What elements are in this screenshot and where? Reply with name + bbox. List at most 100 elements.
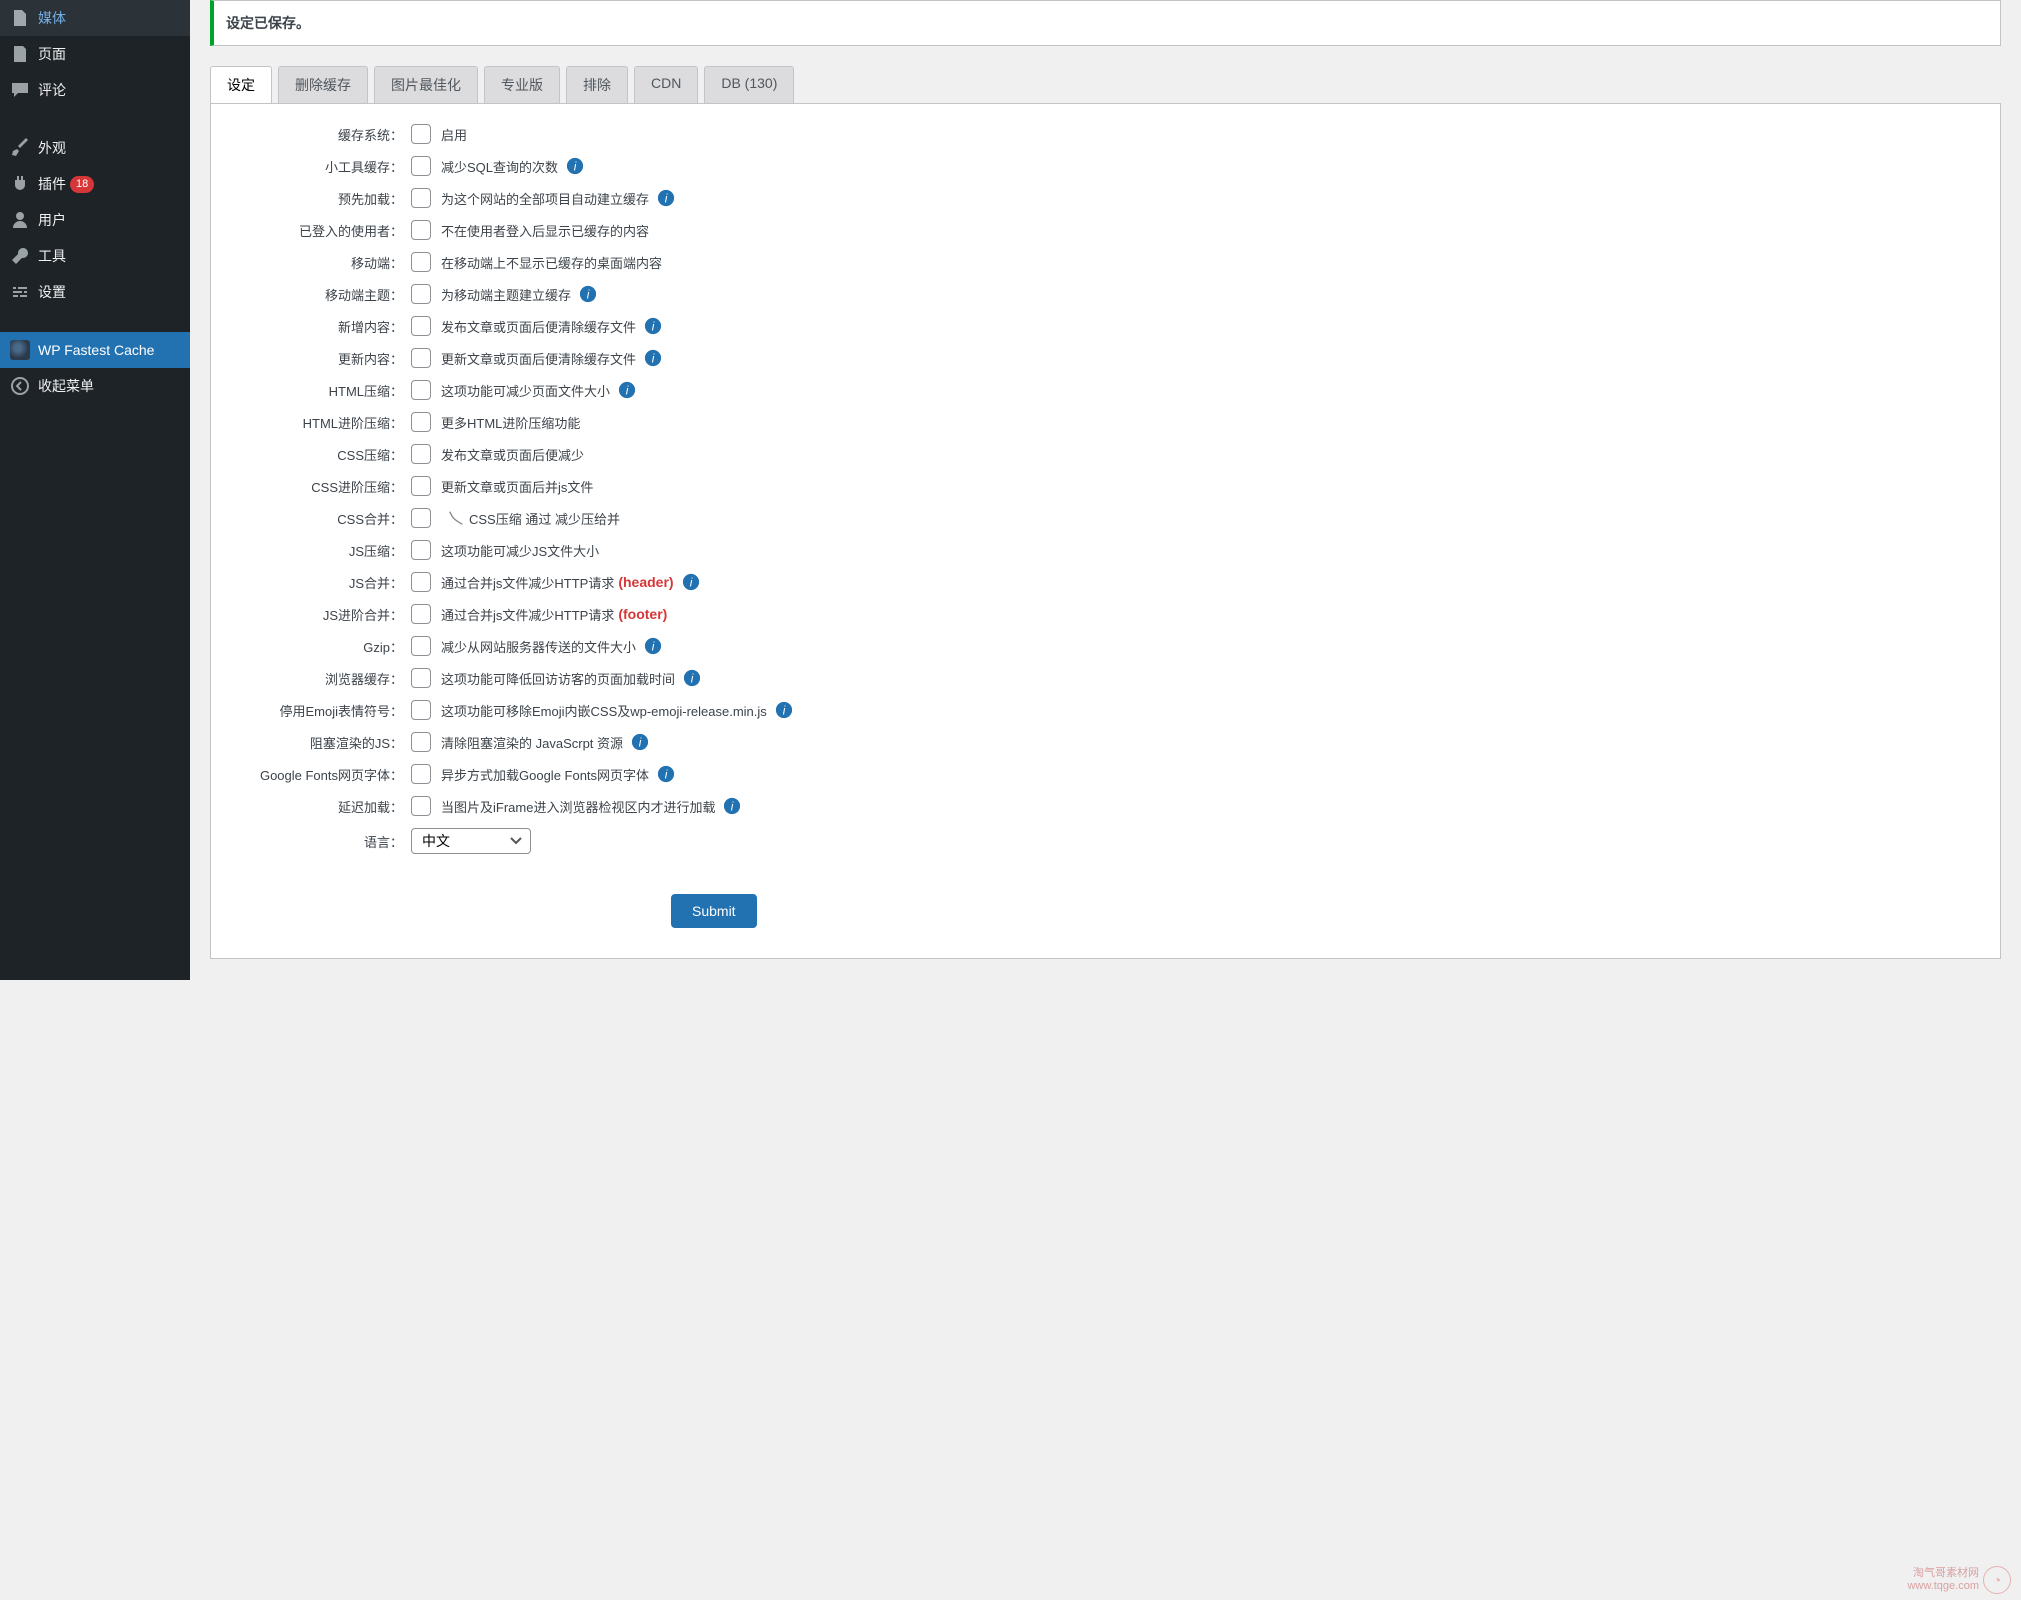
svg-text:i: i	[652, 321, 655, 334]
row-desc: 启用	[441, 125, 467, 144]
row-desc: 当图片及iFrame进入浏览器检视区内才进行加载	[441, 797, 715, 816]
checkbox-14[interactable]	[411, 572, 431, 592]
sidebar-item-0[interactable]: 媒体	[0, 0, 190, 36]
tab-4[interactable]: 排除	[566, 66, 628, 103]
svg-text:i: i	[665, 193, 668, 206]
row-desc: 为这个网站的全部项目自动建立缓存	[441, 189, 649, 208]
checkbox-13[interactable]	[411, 540, 431, 560]
brush-icon	[10, 138, 30, 158]
row-desc: 通过合并js文件减少HTTP请求	[441, 573, 614, 592]
setting-row-1: 小工具缓存： 减少SQL查询的次数 i	[231, 156, 1980, 176]
svg-text:i: i	[665, 769, 668, 782]
row-desc: 发布文章或页面后便清除缓存文件	[441, 317, 636, 336]
checkbox-3[interactable]	[411, 220, 431, 240]
checkbox-2[interactable]	[411, 188, 431, 208]
cheetah-icon	[10, 340, 30, 360]
info-icon[interactable]: i	[644, 317, 662, 335]
setting-row-3: 已登入的使用者：不在使用者登入后显示已缓存的内容	[231, 220, 1980, 240]
checkbox-19[interactable]	[411, 732, 431, 752]
checkbox-16[interactable]	[411, 636, 431, 656]
setting-row-19: 阻塞渲染的JS：清除阻塞渲染的 JavaScrpt 资源i	[231, 732, 1980, 752]
info-icon[interactable]: i	[566, 157, 584, 175]
setting-row-10: CSS压缩：发布文章或页面后便减少	[231, 444, 1980, 464]
sidebar-item-5[interactable]: 用户	[0, 202, 190, 238]
info-icon[interactable]: i	[579, 285, 597, 303]
checkbox-4[interactable]	[411, 252, 431, 272]
info-icon[interactable]: i	[644, 637, 662, 655]
sidebar-item-4[interactable]: 插件18	[0, 166, 190, 202]
submit-button[interactable]: Submit	[671, 894, 757, 928]
tab-2[interactable]: 图片最佳化	[374, 66, 478, 103]
row-highlight: (footer)	[618, 606, 667, 622]
info-icon[interactable]: i	[644, 349, 662, 367]
setting-row-12: CSS合并：CSS压缩 通过 减少压给并	[231, 508, 1980, 528]
row-label: 缓存系统：	[231, 125, 411, 144]
setting-row-21: 延迟加载：当图片及iFrame进入浏览器检视区内才进行加载i	[231, 796, 1980, 816]
svg-text:i: i	[652, 641, 655, 654]
tab-6[interactable]: DB (130)	[704, 66, 794, 103]
tab-1[interactable]: 删除缓存	[278, 66, 368, 103]
info-icon[interactable]: i	[683, 669, 701, 687]
row-label: JS合并：	[231, 573, 411, 592]
sidebar-item-9[interactable]: 收起菜单	[0, 368, 190, 404]
info-icon[interactable]: i	[618, 381, 636, 399]
checkbox-20[interactable]	[411, 764, 431, 784]
checkbox-8[interactable]	[411, 380, 431, 400]
checkbox-15[interactable]	[411, 604, 431, 624]
content: 设定已保存。 设定删除缓存图片最佳化专业版排除CDNDB (130) 缓存系统：…	[190, 0, 2021, 980]
checkbox-11[interactable]	[411, 476, 431, 496]
checkbox-18[interactable]	[411, 700, 431, 720]
row-desc: 通过合并js文件减少HTTP请求	[441, 605, 614, 624]
checkbox-1[interactable]	[411, 156, 431, 176]
checkbox-9[interactable]	[411, 412, 431, 432]
row-desc: 减少从网站服务器传送的文件大小	[441, 637, 636, 656]
checkbox-10[interactable]	[411, 444, 431, 464]
setting-row-0: 缓存系统： 启用	[231, 124, 1980, 144]
tab-3[interactable]: 专业版	[484, 66, 560, 103]
row-label: JS压缩：	[231, 541, 411, 560]
row-desc: 这项功能可减少JS文件大小	[441, 541, 599, 560]
row-desc: 为移动端主题建立缓存	[441, 285, 571, 304]
checkbox-7[interactable]	[411, 348, 431, 368]
row-label: 小工具缓存：	[231, 157, 411, 176]
setting-row-11: CSS进阶压缩：更新文章或页面后并js文件	[231, 476, 1980, 496]
sidebar-item-label: 设置	[38, 282, 66, 302]
sidebar-item-1[interactable]: 页面	[0, 36, 190, 72]
settings-icon	[10, 282, 30, 302]
info-icon[interactable]: i	[657, 189, 675, 207]
checkbox-0[interactable]	[411, 124, 431, 144]
tab-0[interactable]: 设定	[210, 66, 272, 103]
watermark: 淘气哥素材网 www.tqge.com ◔	[1907, 1566, 2011, 1594]
svg-text:i: i	[574, 161, 577, 174]
checkbox-17[interactable]	[411, 668, 431, 688]
sidebar-item-8[interactable]: WP Fastest Cache	[0, 332, 190, 368]
row-desc: 这项功能可降低回访访客的页面加载时间	[441, 669, 675, 688]
merge-icon	[447, 509, 465, 527]
svg-text:i: i	[639, 737, 642, 750]
info-icon[interactable]: i	[657, 765, 675, 783]
sidebar-item-label: 插件	[38, 174, 66, 194]
info-icon[interactable]: i	[682, 573, 700, 591]
checkbox-5[interactable]	[411, 284, 431, 304]
row-label: 移动端：	[231, 253, 411, 272]
info-icon[interactable]: i	[723, 797, 741, 815]
tab-5[interactable]: CDN	[634, 66, 698, 103]
row-label: 浏览器缓存：	[231, 669, 411, 688]
checkbox-6[interactable]	[411, 316, 431, 336]
info-icon[interactable]: i	[775, 701, 793, 719]
sidebar-item-6[interactable]: 工具	[0, 238, 190, 274]
row-desc: 不在使用者登入后显示已缓存的内容	[441, 221, 649, 240]
row-desc: 减少SQL查询的次数	[441, 157, 558, 176]
checkbox-12[interactable]	[411, 508, 431, 528]
info-icon[interactable]: i	[631, 733, 649, 751]
checkbox-21[interactable]	[411, 796, 431, 816]
row-label: CSS压缩：	[231, 445, 411, 464]
tabs: 设定删除缓存图片最佳化专业版排除CDNDB (130)	[210, 66, 2001, 103]
row-desc: 在移动端上不显示已缓存的桌面端内容	[441, 253, 662, 272]
sidebar-item-label: 工具	[38, 246, 66, 266]
sidebar-item-7[interactable]: 设置	[0, 274, 190, 310]
language-select[interactable]: 中文	[411, 828, 531, 854]
sidebar-item-3[interactable]: 外观	[0, 130, 190, 166]
sidebar-item-2[interactable]: 评论	[0, 72, 190, 108]
row-label: 移动端主题：	[231, 285, 411, 304]
